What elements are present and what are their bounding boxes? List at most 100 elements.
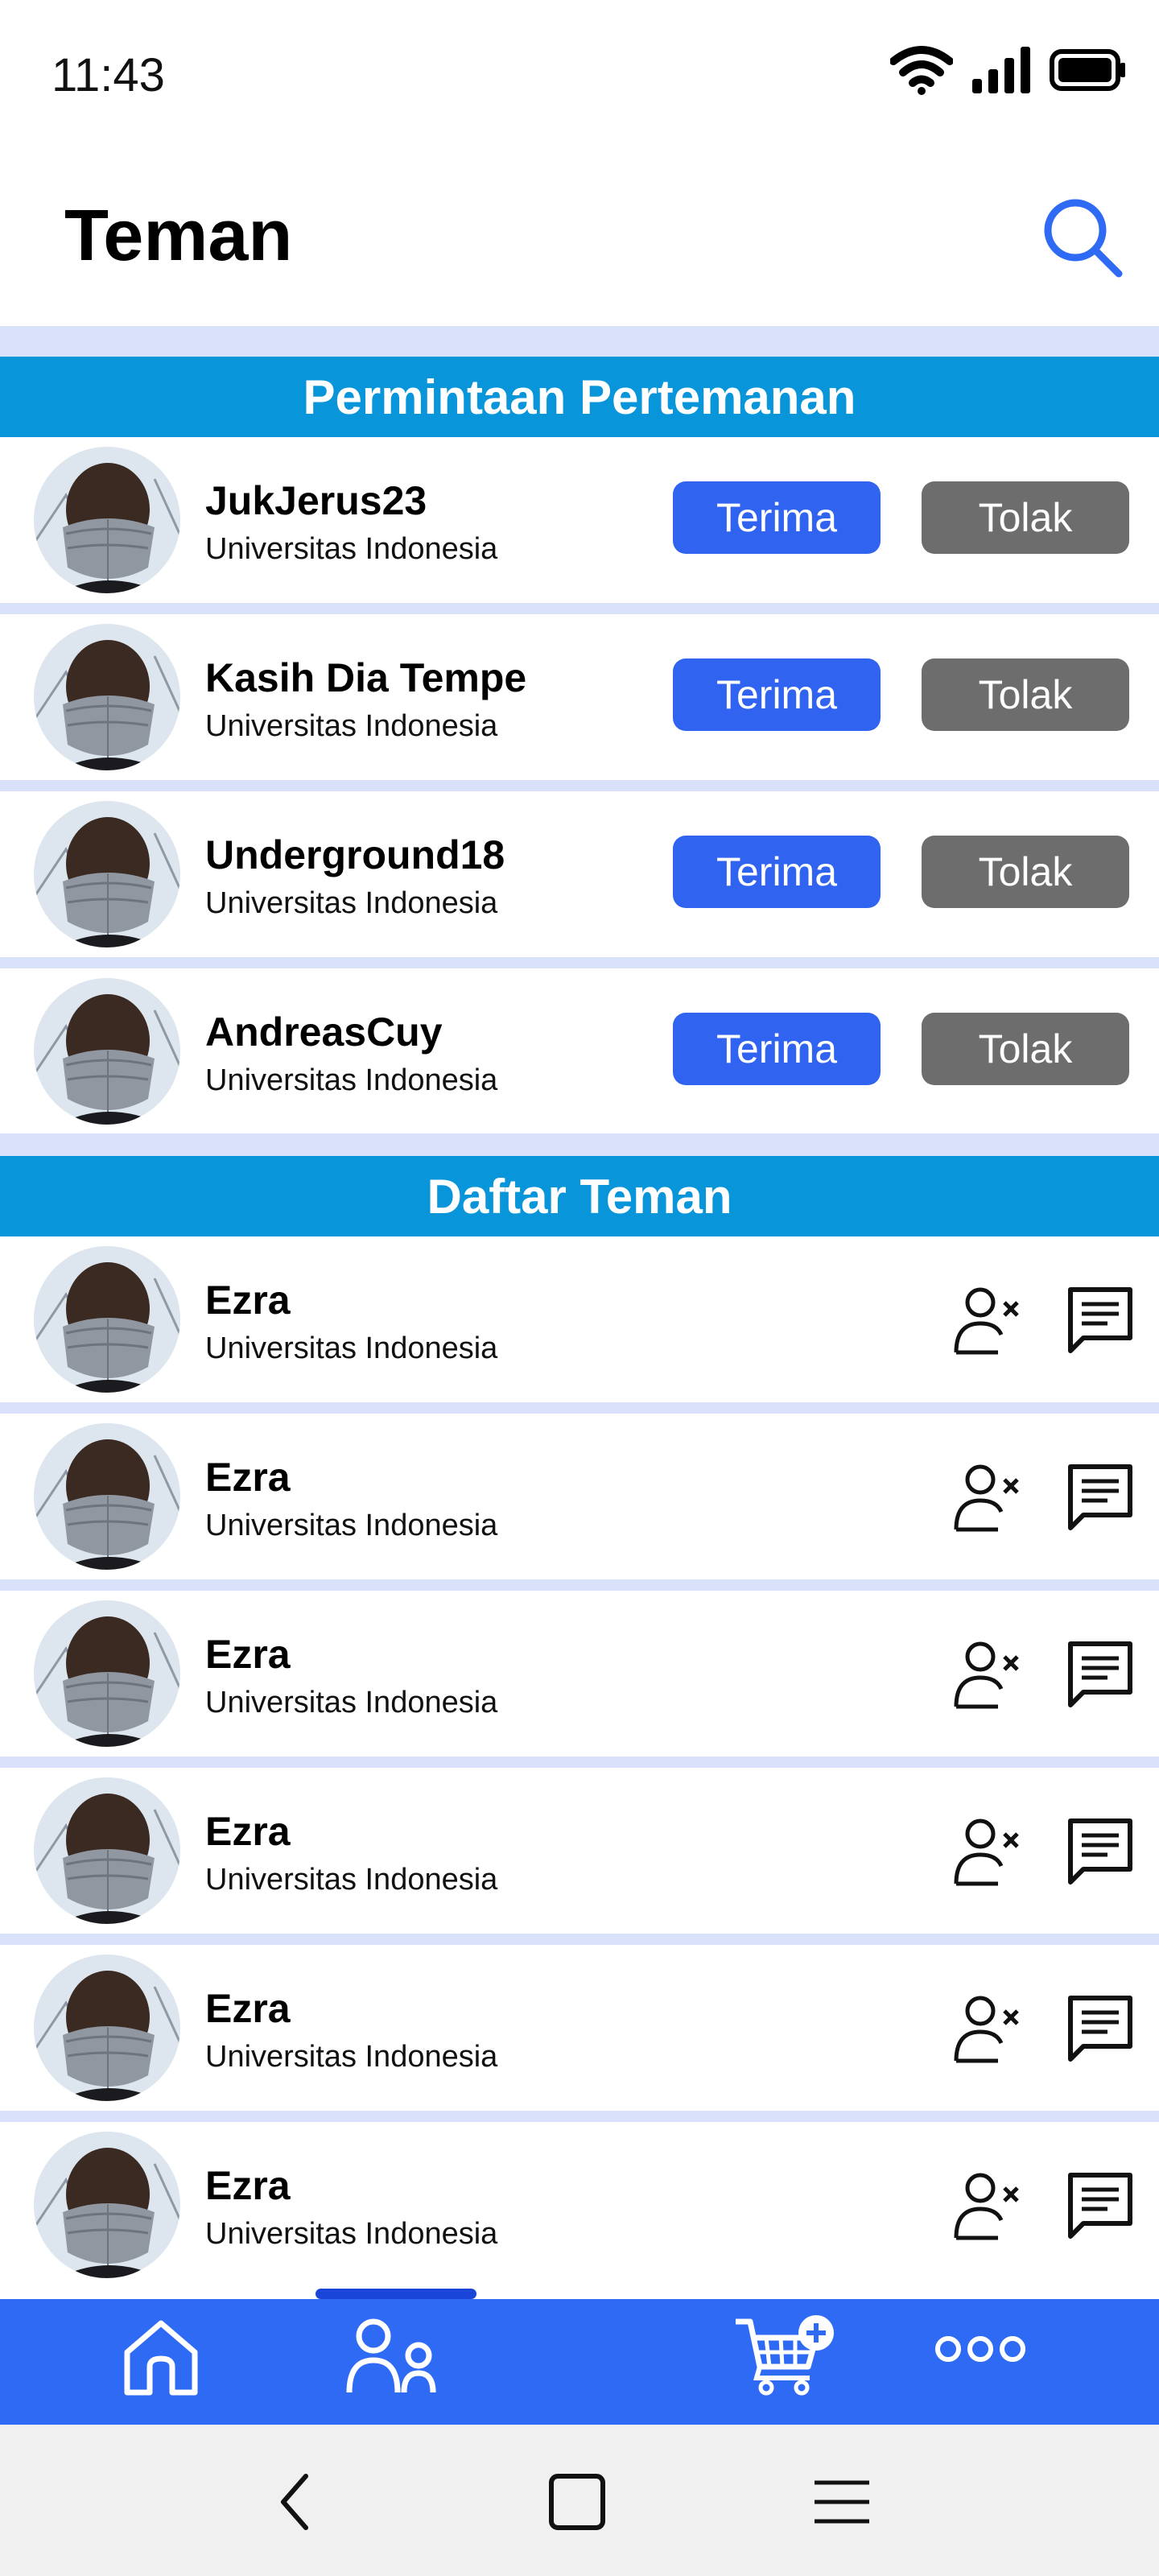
remove-friend-button[interactable] xyxy=(950,1813,1027,1890)
chat-button[interactable] xyxy=(1062,2167,1140,2244)
remove-friend-icon xyxy=(954,1996,1019,2063)
back-icon xyxy=(281,2474,308,2530)
section-gap xyxy=(0,1133,1159,1156)
requests-section-header: Permintaan Pertemanan xyxy=(0,357,1159,437)
avatar[interactable] xyxy=(34,1600,180,1747)
chat-button[interactable] xyxy=(1062,1459,1140,1536)
page-title: Teman xyxy=(64,196,293,276)
section-gap xyxy=(0,326,1159,357)
menu-icon xyxy=(815,2480,869,2524)
row-separator xyxy=(0,603,1159,614)
chat-icon xyxy=(1068,2173,1132,2239)
user-name: Ezra xyxy=(205,1455,291,1500)
avatar[interactable] xyxy=(34,1423,180,1570)
remove-friend-icon xyxy=(954,1464,1019,1532)
remove-friend-button[interactable] xyxy=(950,1636,1027,1713)
remove-friend-button[interactable] xyxy=(950,1282,1027,1359)
search-icon xyxy=(1044,199,1123,278)
cart-add-icon xyxy=(736,2315,834,2396)
reject-button[interactable]: Tolak xyxy=(922,1013,1129,1085)
user-university: Universitas Indonesia xyxy=(205,532,498,566)
chat-button[interactable] xyxy=(1062,1813,1140,1890)
remove-friend-button[interactable] xyxy=(950,1459,1027,1536)
remove-friend-icon xyxy=(954,1641,1019,1709)
accept-button[interactable]: Terima xyxy=(673,481,881,554)
nav-more[interactable] xyxy=(934,2331,1027,2371)
battery-icon xyxy=(1050,49,1125,91)
search-button[interactable] xyxy=(1038,193,1128,283)
avatar[interactable] xyxy=(34,2132,180,2278)
avatar[interactable] xyxy=(34,447,180,593)
chat-button[interactable] xyxy=(1062,1636,1140,1713)
row-separator xyxy=(0,2111,1159,2122)
row-separator xyxy=(0,780,1159,791)
friends-section-header: Daftar Teman xyxy=(0,1156,1159,1236)
reject-button[interactable]: Tolak xyxy=(922,836,1129,908)
nav-home[interactable] xyxy=(119,2315,203,2403)
friend-row: Ezra Universitas Indonesia xyxy=(0,1414,1159,1579)
user-name: AndreasCuy xyxy=(205,1009,443,1055)
user-name: Ezra xyxy=(205,1278,291,1323)
friend-row: Ezra Universitas Indonesia xyxy=(0,1236,1159,1402)
remove-friend-button[interactable] xyxy=(950,2167,1027,2244)
status-bar: 11:43 xyxy=(0,0,1159,153)
row-separator xyxy=(0,1934,1159,1945)
reject-button[interactable]: Tolak xyxy=(922,658,1129,731)
nav-cart[interactable] xyxy=(732,2314,837,2401)
row-separator xyxy=(0,957,1159,968)
more-icon xyxy=(935,2336,1025,2362)
friend-request-row: JukJerus23 Universitas Indonesia Terima Tol… xyxy=(0,437,1159,603)
chat-icon xyxy=(1068,1818,1132,1885)
active-tab-indicator xyxy=(316,2289,476,2299)
user-university: Universitas Indonesia xyxy=(205,1063,498,1097)
accept-button[interactable]: Terima xyxy=(673,658,881,731)
square-icon xyxy=(549,2474,605,2530)
avatar[interactable] xyxy=(34,1777,180,1924)
friend-row: Ezra Universitas Indonesia xyxy=(0,2122,1159,2288)
avatar[interactable] xyxy=(34,1955,180,2101)
user-name: JukJerus23 xyxy=(205,478,427,523)
friend-row: Ezra Universitas Indonesia xyxy=(0,1945,1159,2111)
system-home-button[interactable] xyxy=(546,2470,610,2534)
row-separator xyxy=(0,1757,1159,1768)
status-time: 11:43 xyxy=(52,49,165,101)
user-university: Universitas Indonesia xyxy=(205,709,498,743)
friend-request-row: AndreasCuy Universitas Indonesia Terima Tol… xyxy=(0,968,1159,1134)
wifi-icon xyxy=(890,46,953,95)
app-header: Teman xyxy=(0,153,1159,326)
avatar[interactable] xyxy=(34,801,180,947)
friends-icon xyxy=(346,2318,436,2393)
avatar[interactable] xyxy=(34,624,180,770)
user-name: Ezra xyxy=(205,2163,291,2208)
chat-icon xyxy=(1068,1287,1132,1353)
user-university: Universitas Indonesia xyxy=(205,886,498,920)
user-name: Ezra xyxy=(205,1809,291,1854)
avatar[interactable] xyxy=(34,1246,180,1393)
system-menu-button[interactable] xyxy=(810,2470,874,2534)
remove-friend-button[interactable] xyxy=(950,1990,1027,2067)
chat-button[interactable] xyxy=(1062,1990,1140,2067)
reject-button[interactable]: Tolak xyxy=(922,481,1129,554)
user-university: Universitas Indonesia xyxy=(205,1331,498,1365)
system-back-button[interactable] xyxy=(266,2470,330,2534)
user-name: Kasih Dia Tempe xyxy=(205,655,527,700)
user-name: Underground18 xyxy=(205,832,505,877)
chat-icon xyxy=(1068,1464,1132,1530)
accept-button[interactable]: Terima xyxy=(673,836,881,908)
user-name: Ezra xyxy=(205,1632,291,1677)
nav-friends[interactable] xyxy=(344,2315,441,2403)
user-university: Universitas Indonesia xyxy=(205,1863,498,1897)
system-nav-bar xyxy=(0,2425,1159,2576)
status-icons xyxy=(890,45,1127,95)
avatar[interactable] xyxy=(34,978,180,1125)
remove-friend-icon xyxy=(954,1287,1019,1355)
row-separator xyxy=(0,1402,1159,1414)
friend-row: Ezra Universitas Indonesia xyxy=(0,1768,1159,1934)
friend-row: Ezra Universitas Indonesia xyxy=(0,1591,1159,1757)
chat-icon xyxy=(1068,1641,1132,1707)
friend-request-row: Kasih Dia Tempe Universitas Indonesia Teri… xyxy=(0,614,1159,780)
bottom-nav xyxy=(0,2299,1159,2425)
chat-button[interactable] xyxy=(1062,1282,1140,1359)
user-university: Universitas Indonesia xyxy=(205,1686,498,1719)
accept-button[interactable]: Terima xyxy=(673,1013,881,1085)
